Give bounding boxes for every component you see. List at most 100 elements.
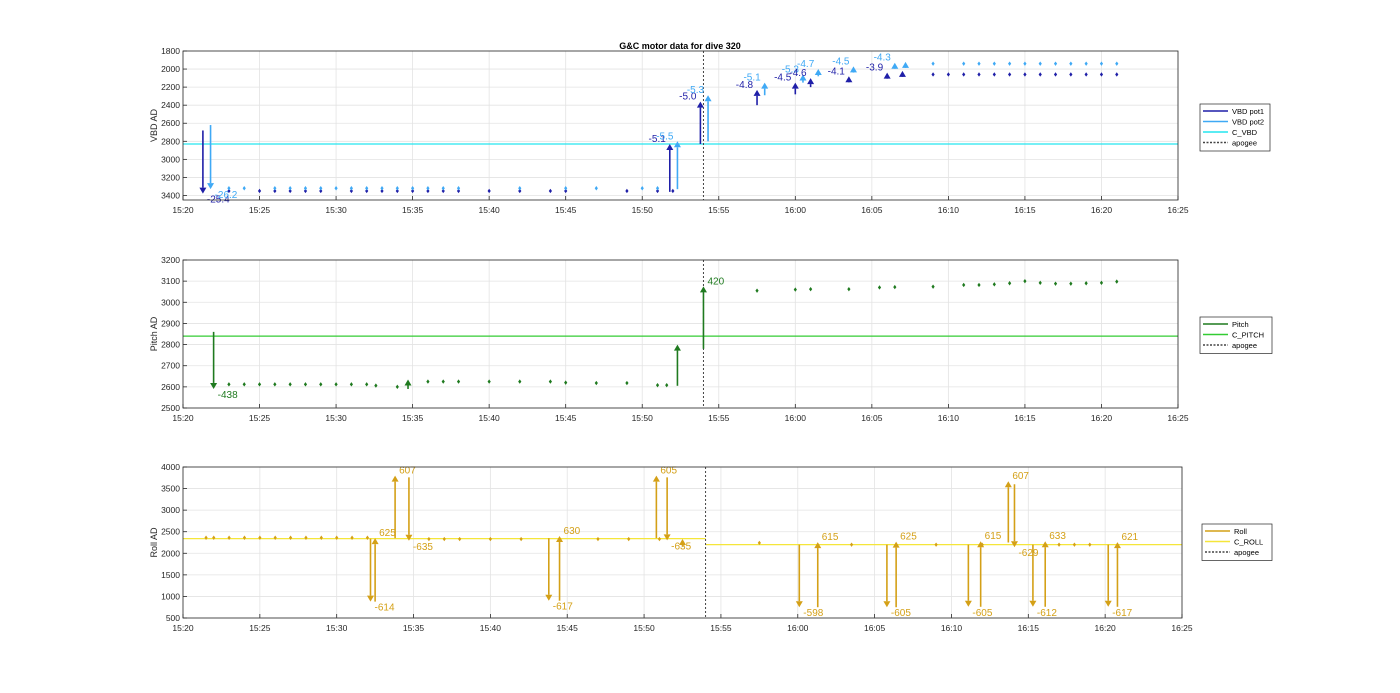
y-tick-label: 1800 <box>161 46 180 56</box>
legend-label: VBD pot1 <box>1232 107 1264 116</box>
move-label: 615 <box>985 531 1002 542</box>
figure: G&C motor data for dive 320 15:20 15:25 15… <box>149 41 1273 633</box>
move-label: -605 <box>891 608 911 619</box>
legend: RollC_ROLLapogee <box>1201 523 1273 561</box>
x-tick-label: 16:00 <box>785 413 807 423</box>
move-label: 607 <box>1012 471 1029 482</box>
move-label: -4.7 <box>797 59 815 70</box>
x-tick-label: 16:10 <box>938 205 960 215</box>
legend-label: apogee <box>1234 548 1259 557</box>
y-tick-label: 4000 <box>161 462 180 472</box>
plot-area <box>183 260 1178 408</box>
legend-label: VBD pot2 <box>1232 117 1264 126</box>
move-label: 420 <box>707 276 724 287</box>
move-label: -5.1 <box>743 73 761 84</box>
y-tick-label: 3000 <box>161 154 180 164</box>
move-label: -26.2 <box>215 190 238 201</box>
y-tick-label: 2800 <box>161 136 180 146</box>
x-tick-label: 15:40 <box>479 413 501 423</box>
x-tick-label: 16:05 <box>861 205 883 215</box>
move-label: -4.5 <box>832 56 850 67</box>
x-tick-label: 16:00 <box>785 205 807 215</box>
move-label: -4.1 <box>828 66 846 77</box>
x-tick-label: 15:45 <box>555 413 577 423</box>
x-tick-label: 15:35 <box>402 413 424 423</box>
legend-label: Roll <box>1234 527 1247 536</box>
move-label: -598 <box>803 608 823 619</box>
x-tick-label: 16:05 <box>861 413 883 423</box>
legend-label: apogee <box>1232 341 1257 350</box>
move-label: -629 <box>1018 548 1038 559</box>
x-tick-label: 15:20 <box>172 205 194 215</box>
y-tick-label: 3000 <box>161 297 180 307</box>
y-tick-label: 3400 <box>161 190 180 200</box>
x-tick-label: 15:45 <box>557 623 579 633</box>
x-tick-label: 15:45 <box>555 205 577 215</box>
legend-label: C_ROLL <box>1234 537 1263 546</box>
y-tick-label: 2000 <box>161 548 180 558</box>
y-tick-label: 3200 <box>161 255 180 265</box>
legend-label: Pitch <box>1232 320 1249 329</box>
x-tick-label: 15:25 <box>249 205 271 215</box>
y-tick-label: 2500 <box>161 527 180 537</box>
move-label: -614 <box>375 603 395 614</box>
move-label: -4.3 <box>874 53 892 64</box>
legend-label: apogee <box>1232 138 1257 147</box>
x-tick-label: 15:55 <box>708 205 730 215</box>
y-tick-label: 2000 <box>161 64 180 74</box>
move-label: -635 <box>413 542 433 553</box>
y-tick-label: 1000 <box>161 591 180 601</box>
x-tick-label: 16:05 <box>864 623 886 633</box>
move-label: -3.9 <box>866 63 884 74</box>
y-tick-label: 2700 <box>161 361 180 371</box>
move-label: -438 <box>218 390 238 401</box>
x-tick-label: 15:40 <box>480 623 502 633</box>
y-tick-label: 2500 <box>161 403 180 413</box>
move-label: 633 <box>1049 531 1066 542</box>
y-tick-label: 500 <box>166 613 180 623</box>
y-axis-label: Roll AD <box>149 527 159 558</box>
x-tick-label: 15:25 <box>249 623 271 633</box>
x-tick-label: 16:15 <box>1014 413 1036 423</box>
move-label: 630 <box>564 526 581 537</box>
x-tick-label: 15:35 <box>403 623 425 633</box>
x-tick-label: 16:15 <box>1018 623 1040 633</box>
move-label: -612 <box>1037 608 1057 619</box>
y-tick-label: 2600 <box>161 382 180 392</box>
y-axis-label: VBD AD <box>149 108 159 142</box>
legend: VBD pot1VBD pot2 C_VBDapogee <box>1199 103 1271 152</box>
x-tick-label: 16:10 <box>938 413 960 423</box>
y-tick-label: 2400 <box>161 100 180 110</box>
move-label: -617 <box>553 602 573 613</box>
x-tick-label: 16:25 <box>1171 623 1193 633</box>
x-tick-label: 16:20 <box>1095 623 1117 633</box>
y-axis-label: Pitch AD <box>149 316 159 351</box>
x-tick-label: 16:00 <box>787 623 809 633</box>
x-tick-label: 15:30 <box>325 205 347 215</box>
x-tick-label: 15:50 <box>632 413 654 423</box>
y-tick-label: 2600 <box>161 118 180 128</box>
panel-2: 15:20 15:25 15:30 15:35 15:40 15:45 15:50 15:55… <box>149 255 1273 423</box>
x-tick-label: 16:10 <box>941 623 963 633</box>
move-label: 625 <box>379 528 396 539</box>
x-tick-label: 15:40 <box>479 205 501 215</box>
y-tick-label: 2900 <box>161 318 180 328</box>
x-tick-label: 16:25 <box>1167 413 1189 423</box>
move-label: -605 <box>972 608 992 619</box>
x-tick-label: 15:20 <box>172 623 194 633</box>
legend: PitchC_PITCHapogee <box>1199 316 1273 354</box>
move-label: 621 <box>1121 532 1138 543</box>
panel-3: 15:20 15:25 15:30 15:35 15:40 15:45 15:50 15:55… <box>149 462 1273 633</box>
move-label: 615 <box>822 532 839 543</box>
move-label: -617 <box>1112 608 1132 619</box>
y-tick-label: 1500 <box>161 570 180 580</box>
y-tick-label: 3200 <box>161 172 180 182</box>
move-label: 625 <box>900 532 917 543</box>
y-tick-label: 2200 <box>161 82 180 92</box>
x-tick-label: 15:25 <box>249 413 271 423</box>
x-tick-label: 16:15 <box>1014 205 1036 215</box>
y-tick-label: 3100 <box>161 276 180 286</box>
legend-label: C_VBD <box>1232 128 1258 137</box>
y-tick-label: 3500 <box>161 484 180 494</box>
panel-1: 15:20 15:25 15:30 15:35 15:40 15:45 15:50 15:55… <box>149 46 1271 215</box>
